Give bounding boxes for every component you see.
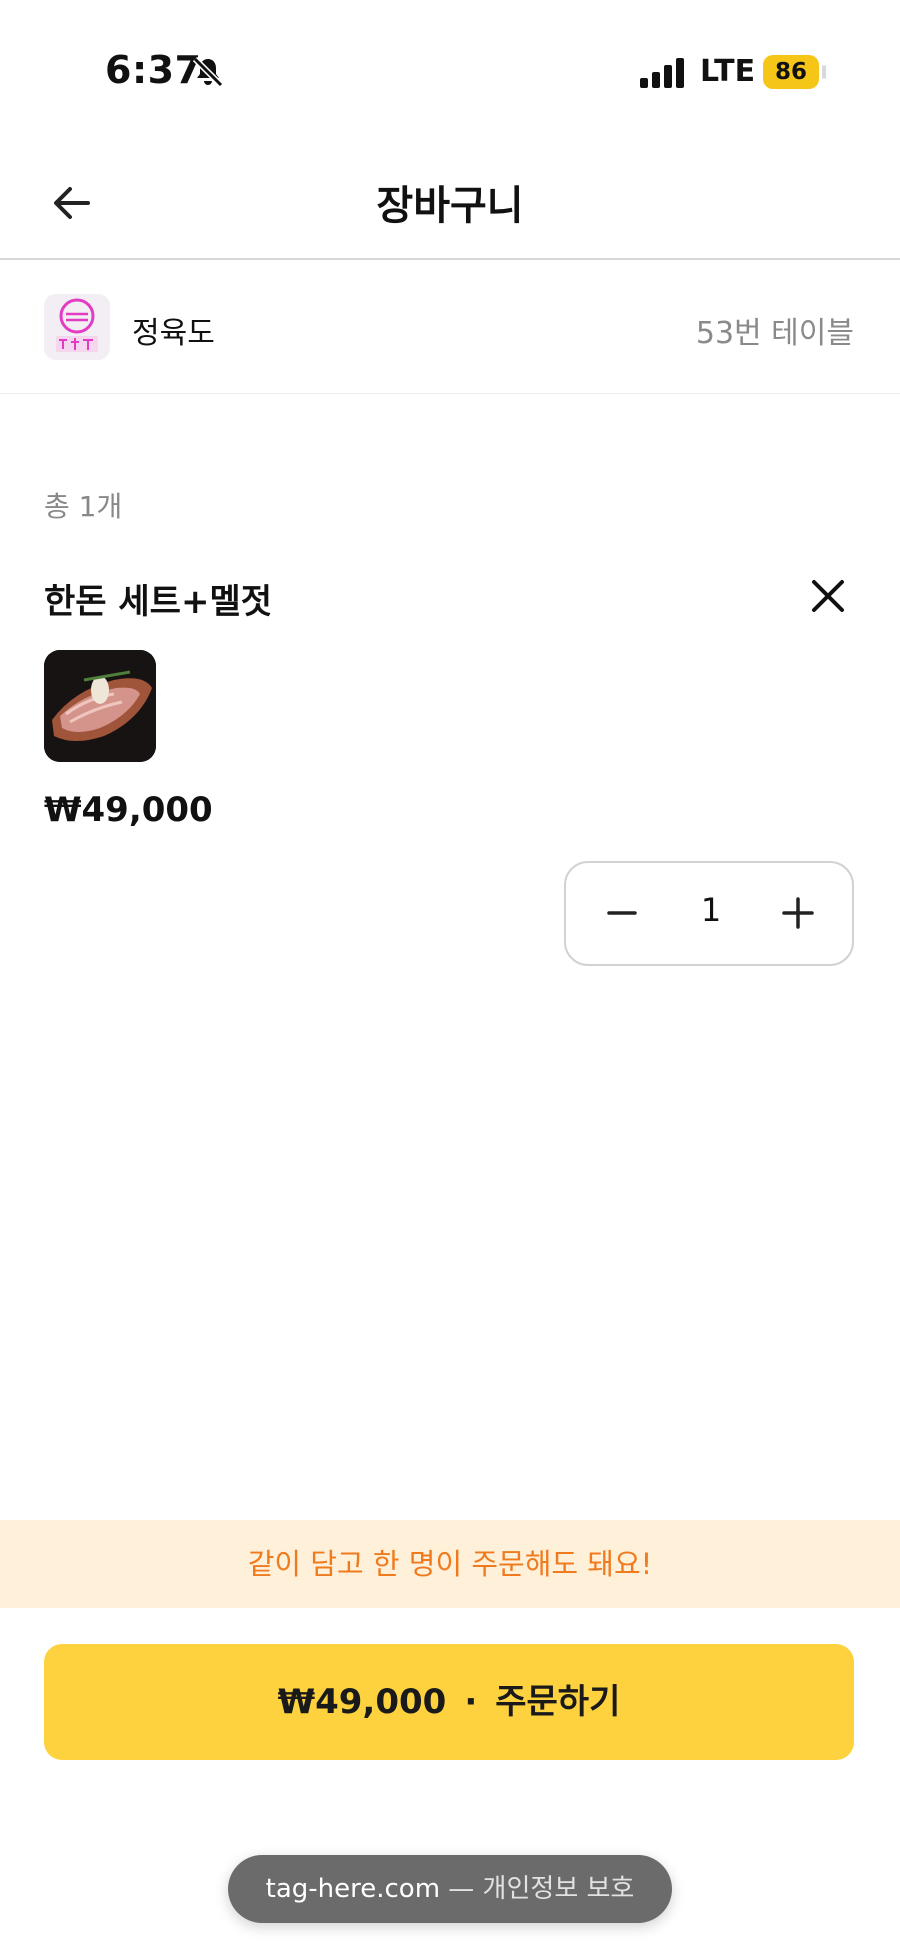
store-name: 정육도 (132, 316, 215, 351)
status-bar: 6:37 LTE 86 (0, 0, 900, 150)
bell-muted-icon (192, 56, 224, 88)
meat-platter-image (44, 650, 156, 762)
url-domain: tag-here.com (265, 1874, 441, 1904)
order-separator: · (464, 1682, 478, 1722)
table-number: 53번 테이블 (695, 316, 854, 351)
cart-item-price: ₩49,000 (44, 790, 213, 830)
group-order-banner: 같이 담고 한 명이 주문해도 돼요! (0, 1520, 900, 1608)
order-button[interactable]: ₩49,000 · 주문하기 (44, 1644, 854, 1760)
quantity-stepper: 1 (564, 861, 854, 966)
cart-total-count: 총 1개 (44, 490, 123, 523)
banner-text: 같이 담고 한 명이 주문해도 돼요! (247, 1547, 653, 1581)
cart-item-name: 한돈 세트+멜젓 (44, 582, 273, 622)
minus-icon[interactable] (596, 887, 648, 939)
signal-icon (640, 58, 684, 88)
battery-level: 86 (774, 59, 807, 85)
plus-icon[interactable] (772, 887, 824, 939)
url-text: tag-here.com — 개인정보 보호 (228, 1855, 672, 1923)
order-total-price: ₩49,000 (277, 1682, 447, 1722)
store-logo (44, 294, 110, 360)
url-bar[interactable]: tag-here.com — 개인정보 보호 (228, 1855, 672, 1923)
url-privacy-label: — 개인정보 보호 (448, 1874, 635, 1904)
cart-item-image (44, 650, 156, 762)
network-type: LTE (700, 54, 756, 89)
store-logo-image (44, 294, 110, 360)
quantity-value: 1 (700, 891, 722, 929)
store-row: 정육도 53번 테이블 (0, 260, 900, 394)
battery-icon: 86 (763, 55, 819, 89)
close-icon[interactable] (806, 574, 850, 618)
status-time: 6:37 (105, 48, 202, 92)
page-title: 장바구니 (376, 183, 524, 229)
order-label: 주문하기 (495, 1682, 621, 1722)
nav-header: 장바구니 (0, 150, 900, 260)
order-button-label: ₩49,000 · 주문하기 (44, 1644, 854, 1760)
battery-tip (822, 65, 826, 79)
